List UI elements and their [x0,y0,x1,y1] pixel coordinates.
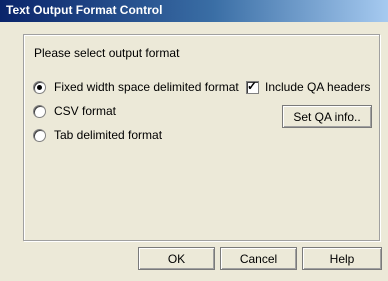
dialog-window: Text Output Format Control Please select… [0,0,388,281]
title-bar[interactable]: Text Output Format Control [0,0,388,22]
prompt-label: Please select output format [34,46,180,60]
help-button[interactable]: Help [302,247,382,270]
radio-button[interactable] [33,128,46,142]
include-qa-headers-checkbox[interactable]: ✓ Include QA headers [246,78,371,94]
radio-label: Tab delimited format [54,128,163,142]
radio-button[interactable] [33,104,46,118]
radio-csv[interactable]: CSV format [33,104,116,118]
cancel-button[interactable]: Cancel [220,247,297,270]
radio-label: Fixed width space delimited format [54,80,239,94]
set-qa-info-button[interactable]: Set QA info.. [282,105,372,128]
radio-button[interactable] [33,80,46,94]
radio-tab-delimited[interactable]: Tab delimited format [33,128,162,142]
radio-fixed-width[interactable]: Fixed width space delimited format [33,80,239,94]
ok-button[interactable]: OK [138,247,215,270]
checkbox-box[interactable]: ✓ [246,78,259,94]
checkmark-icon: ✓ [247,78,258,93]
window-title: Text Output Format Control [6,3,163,17]
checkbox-label: Include QA headers [265,80,371,94]
radio-label: CSV format [54,104,117,118]
